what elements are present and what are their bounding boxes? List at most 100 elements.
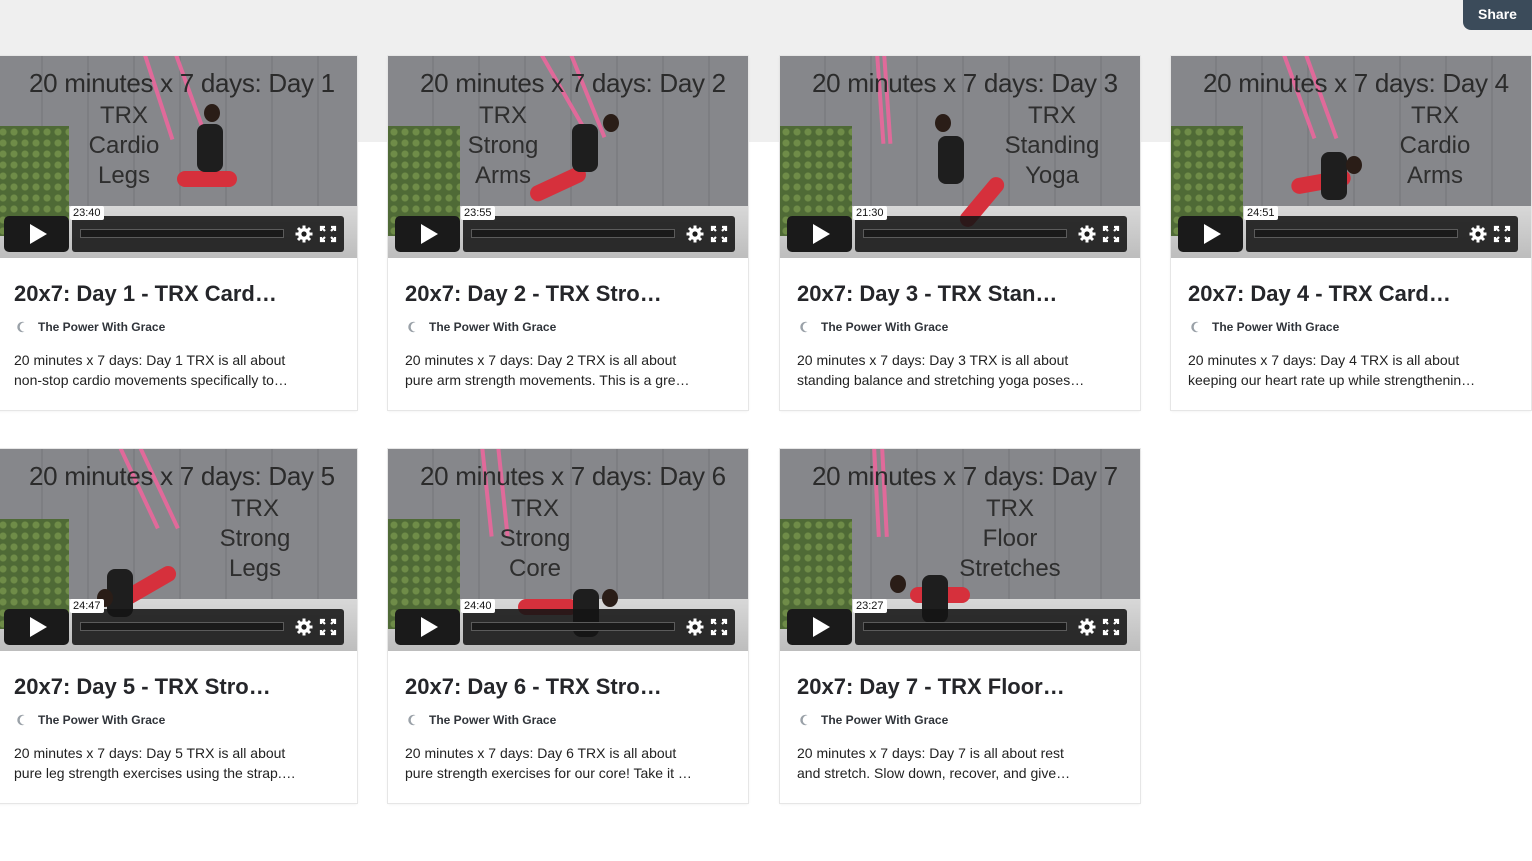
video-title[interactable]: 20x7: Day 4 - TRX Card… xyxy=(1188,281,1518,307)
play-button[interactable] xyxy=(1178,216,1243,252)
video-card[interactable]: 20 minutes x 7 days: Day 3 TRX Standing … xyxy=(780,56,1140,410)
share-button[interactable]: Share xyxy=(1463,0,1532,30)
thumbnail-subtitle: TRX Strong Legs xyxy=(219,495,291,582)
video-title[interactable]: 20x7: Day 3 - TRX Stan… xyxy=(797,281,1127,307)
description-line: 20 minutes x 7 days: Day 3 TRX is all ab… xyxy=(797,352,1069,368)
description-line: 20 minutes x 7 days: Day 6 TRX is all ab… xyxy=(405,745,677,761)
video-thumbnail[interactable]: 20 minutes x 7 days: Day 2 TRX Strong Ar… xyxy=(388,56,748,258)
duration-badge[interactable]: 24:40 xyxy=(461,599,495,613)
thumbnail-subtitle: TRX Strong Core xyxy=(499,495,571,582)
video-title[interactable]: 20x7: Day 5 - TRX Stro… xyxy=(14,674,344,700)
figure-head xyxy=(602,589,618,607)
gear-icon[interactable] xyxy=(1077,224,1097,244)
gear-icon[interactable] xyxy=(685,617,705,637)
gear-icon[interactable] xyxy=(1468,224,1488,244)
video-title[interactable]: 20x7: Day 7 - TRX Floor… xyxy=(797,674,1127,700)
video-card[interactable]: 20 minutes x 7 days: Day 6 TRX Strong Co… xyxy=(388,449,748,803)
progress-bar[interactable] xyxy=(80,622,284,631)
video-card[interactable]: 20 minutes x 7 days: Day 1 TRX Cardio Le… xyxy=(0,56,357,410)
description-line: keeping our heart rate up while strength… xyxy=(1188,372,1476,388)
description-line: pure leg strength exercises using the st… xyxy=(14,765,296,781)
description-line: 20 minutes x 7 days: Day 2 TRX is all ab… xyxy=(405,352,677,368)
video-thumbnail[interactable]: 20 minutes x 7 days: Day 3 TRX Standing … xyxy=(780,56,1140,258)
gear-icon[interactable] xyxy=(1077,617,1097,637)
channel-name: The Power With Grace xyxy=(821,320,949,334)
play-icon xyxy=(1203,224,1221,244)
channel-logo-icon xyxy=(17,714,25,726)
channel-link[interactable]: The Power With Grace xyxy=(14,319,165,335)
channel-name: The Power With Grace xyxy=(429,713,557,727)
thumbnail-subtitle: TRX Standing Yoga xyxy=(1004,102,1100,189)
video-card[interactable]: 20 minutes x 7 days: Day 7 TRX Floor Str… xyxy=(780,449,1140,803)
play-button[interactable] xyxy=(4,609,69,645)
progress-bar[interactable] xyxy=(80,229,284,238)
channel-logo-icon xyxy=(800,714,808,726)
progress-bar[interactable] xyxy=(863,229,1067,238)
video-card[interactable]: 20 minutes x 7 days: Day 4 TRX Cardio Ar… xyxy=(1171,56,1531,410)
progress-bar[interactable] xyxy=(471,622,675,631)
video-description: 20 minutes x 7 days: Day 5 TRX is all ab… xyxy=(14,743,314,783)
thumbnail-title: 20 minutes x 7 days: Day 3 xyxy=(812,68,1118,98)
video-thumbnail[interactable]: 20 minutes x 7 days: Day 5 TRX Strong Le… xyxy=(0,449,357,651)
play-button[interactable] xyxy=(395,609,460,645)
play-icon xyxy=(812,224,830,244)
thumbnail-title: 20 minutes x 7 days: Day 2 xyxy=(420,68,726,98)
video-title[interactable]: 20x7: Day 1 - TRX Card… xyxy=(14,281,344,307)
play-button[interactable] xyxy=(395,216,460,252)
duration-badge[interactable]: 21:30 xyxy=(853,206,887,220)
video-title[interactable]: 20x7: Day 6 - TRX Stro… xyxy=(405,674,735,700)
video-card[interactable]: 20 minutes x 7 days: Day 5 TRX Strong Le… xyxy=(0,449,357,803)
fullscreen-icon[interactable] xyxy=(710,618,728,636)
fullscreen-icon[interactable] xyxy=(319,225,337,243)
video-thumbnail[interactable]: 20 minutes x 7 days: Day 4 TRX Cardio Ar… xyxy=(1171,56,1531,258)
duration-badge[interactable]: 23:40 xyxy=(70,206,104,220)
gear-icon[interactable] xyxy=(294,224,314,244)
fullscreen-icon[interactable] xyxy=(710,225,728,243)
channel-link[interactable]: The Power With Grace xyxy=(405,712,556,728)
channel-link[interactable]: The Power With Grace xyxy=(405,319,556,335)
description-line: 20 minutes x 7 days: Day 5 TRX is all ab… xyxy=(14,745,286,761)
fullscreen-icon[interactable] xyxy=(319,618,337,636)
video-description: 20 minutes x 7 days: Day 1 TRX is all ab… xyxy=(14,350,314,390)
duration-badge[interactable]: 24:47 xyxy=(70,599,104,613)
thumbnail-subtitle: TRX Cardio Legs xyxy=(88,102,160,189)
channel-link[interactable]: The Power With Grace xyxy=(1188,319,1339,335)
fullscreen-icon[interactable] xyxy=(1102,225,1120,243)
play-icon xyxy=(420,224,438,244)
video-thumbnail[interactable]: 20 minutes x 7 days: Day 7 TRX Floor Str… xyxy=(780,449,1140,651)
fullscreen-icon[interactable] xyxy=(1493,225,1511,243)
play-button[interactable] xyxy=(787,216,852,252)
video-thumbnail[interactable]: 20 minutes x 7 days: Day 6 TRX Strong Co… xyxy=(388,449,748,651)
figure-body xyxy=(197,124,223,172)
duration-badge[interactable]: 24:51 xyxy=(1244,206,1278,220)
gear-icon[interactable] xyxy=(294,617,314,637)
figure-body xyxy=(572,124,598,172)
channel-link[interactable]: The Power With Grace xyxy=(14,712,165,728)
channel-link[interactable]: The Power With Grace xyxy=(797,712,948,728)
video-thumbnail[interactable]: 20 minutes x 7 days: Day 1 TRX Cardio Le… xyxy=(0,56,357,258)
fullscreen-icon[interactable] xyxy=(1102,618,1120,636)
channel-name: The Power With Grace xyxy=(38,713,166,727)
video-card[interactable]: 20 minutes x 7 days: Day 2 TRX Strong Ar… xyxy=(388,56,748,410)
play-button[interactable] xyxy=(4,216,69,252)
description-line: standing balance and stretching yoga pos… xyxy=(797,372,1085,388)
player-controls xyxy=(855,609,1127,645)
progress-bar[interactable] xyxy=(1254,229,1458,238)
play-button[interactable] xyxy=(787,609,852,645)
player-controls xyxy=(855,216,1127,252)
description-line: pure arm strength movements. This is a g… xyxy=(405,372,690,388)
video-description: 20 minutes x 7 days: Day 7 is all about … xyxy=(797,743,1097,783)
player-controls xyxy=(463,609,735,645)
progress-bar[interactable] xyxy=(471,229,675,238)
figure-body xyxy=(938,136,964,184)
video-title[interactable]: 20x7: Day 2 - TRX Stro… xyxy=(405,281,735,307)
channel-link[interactable]: The Power With Grace xyxy=(797,319,948,335)
gear-icon[interactable] xyxy=(685,224,705,244)
figure-body xyxy=(1321,152,1347,200)
player-controls xyxy=(1246,216,1518,252)
description-line: and stretch. Slow down, recover, and giv… xyxy=(797,765,1071,781)
thumbnail-title: 20 minutes x 7 days: Day 6 xyxy=(420,461,726,491)
progress-bar[interactable] xyxy=(863,622,1067,631)
duration-badge[interactable]: 23:55 xyxy=(461,206,495,220)
duration-badge[interactable]: 23:27 xyxy=(853,599,887,613)
